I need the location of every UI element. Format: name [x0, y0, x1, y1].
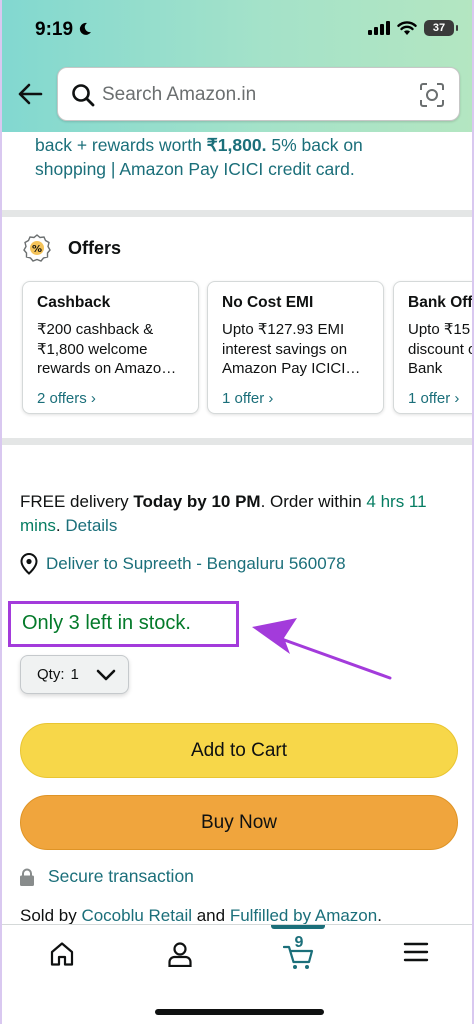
stock-status: Only 3 left in stock. — [22, 612, 191, 634]
details-link[interactable]: Details — [65, 516, 117, 535]
section-divider — [2, 438, 472, 445]
offer-card-link[interactable]: 1 offer › — [222, 390, 371, 407]
signal-icon — [368, 21, 390, 35]
battery-icon: 37 — [424, 20, 458, 36]
offer-card-bank[interactable]: Bank Offer Upto ₹15 discount o Bank Cred… — [393, 281, 473, 414]
home-icon[interactable] — [49, 941, 75, 967]
status-icons: 37 — [368, 20, 458, 36]
sold-by-info: Sold by Cocoblu Retail and Fulfilled by … — [20, 906, 382, 925]
user-icon[interactable] — [167, 941, 193, 967]
offers-title: Offers — [68, 237, 122, 258]
nav-cart[interactable]: 9 — [273, 934, 325, 981]
secure-transaction-link[interactable]: Secure transaction — [20, 866, 194, 887]
svg-text:%: % — [32, 244, 42, 255]
offer-card-link[interactable]: 2 offers › — [37, 390, 186, 407]
offer-card-link[interactable]: 1 offer › — [408, 390, 472, 407]
offer-card-emi[interactable]: No Cost EMI Upto ₹127.93 EMI interest sa… — [207, 281, 384, 414]
nav-account[interactable] — [155, 941, 205, 981]
nav-home[interactable] — [37, 941, 87, 981]
offer-card-cashback[interactable]: Cashback ₹200 cashback & ₹1,800 welcome … — [22, 281, 199, 414]
add-to-cart-button[interactable]: Add to Cart — [20, 723, 458, 778]
moon-icon — [80, 22, 92, 35]
seller-link[interactable]: Cocoblu Retail — [81, 906, 192, 925]
location-pin-icon — [20, 553, 38, 575]
home-indicator[interactable] — [155, 1009, 324, 1015]
buy-now-button[interactable]: Buy Now — [20, 795, 458, 850]
back-arrow-icon[interactable] — [16, 80, 44, 108]
stock-highlight-box: Only 3 left in stock. — [8, 601, 239, 647]
offer-card-title: Cashback — [37, 294, 111, 311]
cart-count-badge: 9 — [294, 934, 304, 951]
search-bar[interactable] — [57, 67, 460, 121]
offer-card-title: Bank Offer — [408, 294, 473, 311]
fulfilled-link[interactable]: Fulfilled by Amazon — [230, 906, 377, 925]
lock-icon — [20, 868, 34, 886]
annotation-arrow — [252, 618, 392, 680]
offer-card-desc: Upto ₹127.93 EMI interest savings on Ama… — [222, 321, 361, 377]
active-tab-indicator — [271, 925, 325, 929]
quantity-selector[interactable]: Qty: 1 — [20, 655, 129, 694]
camera-lens-icon[interactable] — [419, 82, 445, 108]
nav-menu[interactable] — [391, 941, 441, 981]
section-divider — [2, 210, 472, 217]
wifi-icon — [397, 20, 417, 35]
offer-card-desc: ₹200 cashback & ₹1,800 welcome rewards o… — [37, 321, 177, 377]
delivery-info: FREE delivery Today by 10 PM. Order with… — [20, 492, 427, 535]
percent-badge-icon: % — [23, 234, 51, 262]
search-input[interactable] — [102, 80, 402, 110]
offers-header: % Offers — [22, 233, 121, 263]
offer-card-title: No Cost EMI — [222, 294, 314, 311]
top-header: 9:19 37 — [2, 0, 472, 132]
search-icon[interactable] — [70, 82, 96, 108]
hamburger-menu-icon[interactable] — [403, 941, 429, 963]
status-time: 9:19 — [35, 19, 92, 41]
promo-text[interactable]: back + rewards worth ₹1,800. 5% back on … — [35, 133, 455, 181]
deliver-to-link[interactable]: Deliver to Supreeth - Bengaluru 560078 — [20, 553, 346, 575]
app-frame: 9:19 37 Search Amazon.in back + rewards … — [0, 0, 474, 1024]
offer-card-desc: Upto ₹15 discount o Bank Cred — [408, 321, 472, 380]
chevron-down-icon — [96, 669, 116, 680]
